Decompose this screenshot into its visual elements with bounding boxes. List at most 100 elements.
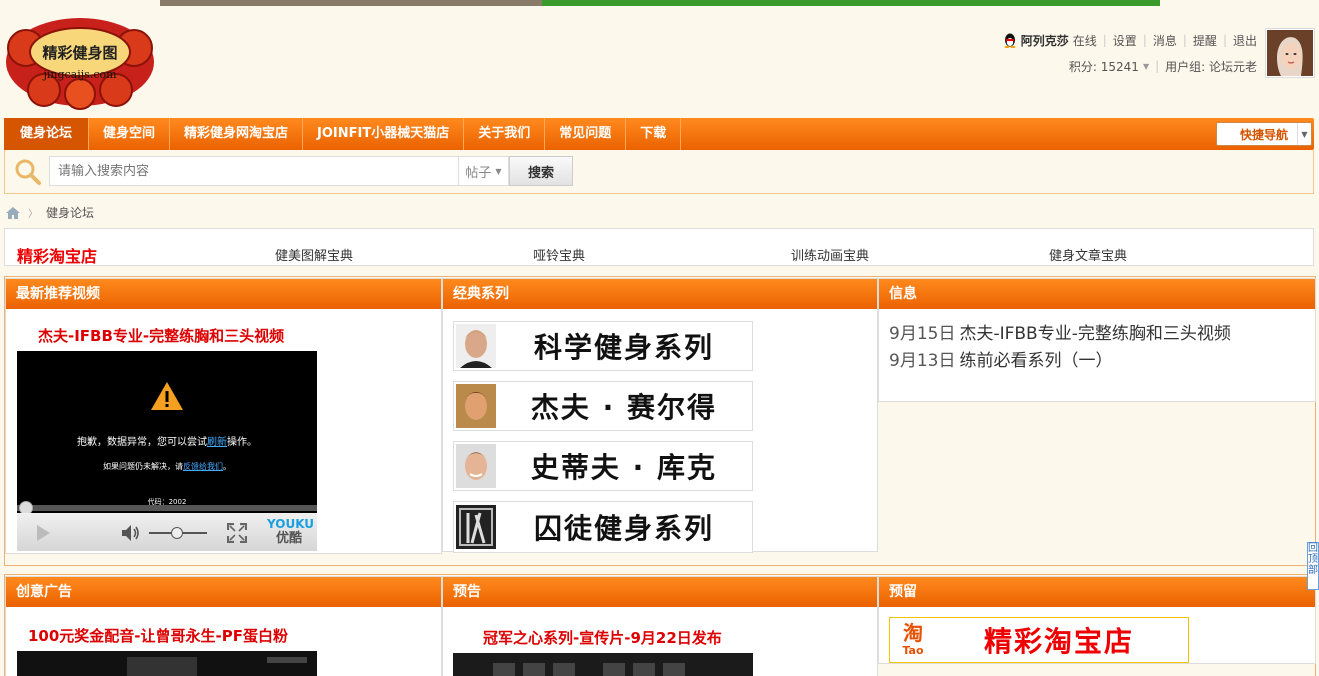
- site-logo[interactable]: 精彩健身图 jingcaijs.com: [4, 14, 156, 110]
- reminders-link[interactable]: 提醒: [1193, 32, 1217, 49]
- classic-panel: 经典系列 科学健身系列 杰夫 · 赛尔得 史蒂夫 · 库克 囚徒健身系列: [442, 278, 878, 553]
- chevron-down-icon: ▼: [1297, 123, 1311, 145]
- info-list: 9月15日 杰夫-IFBB专业-完整练胸和三头视频 9月13日 练前必看系列（一）: [889, 321, 1231, 375]
- volume-handle[interactable]: [171, 527, 183, 539]
- settings-link[interactable]: 设置: [1113, 32, 1137, 49]
- breadcrumb-current[interactable]: 健身论坛: [46, 204, 94, 221]
- series-banner-steve[interactable]: 史蒂夫 · 库克: [453, 441, 753, 491]
- chevron-down-icon[interactable]: ▼: [1143, 62, 1149, 71]
- series-label: 科学健身系列: [533, 331, 714, 364]
- error-text-pre: 抱歉，数据异常，您可以尝试: [77, 437, 207, 448]
- video-controls: YOUKU 优酷: [17, 513, 317, 551]
- series-banner-jeff[interactable]: 杰夫 · 赛尔得: [453, 381, 753, 431]
- search-type-select[interactable]: 帖子 ▼: [459, 156, 509, 186]
- preview-video-thumb[interactable]: [453, 653, 753, 676]
- link-dumbbell-guide[interactable]: 哑铃宝典: [533, 245, 585, 264]
- series-label: 史蒂夫 · 库克: [530, 451, 718, 484]
- search-icon: [15, 159, 41, 185]
- breadcrumb: 〉 健身论坛: [6, 204, 94, 221]
- nav-item-tmall-shop[interactable]: JOINFIT小器械天猫店: [303, 118, 465, 150]
- user-row-2: 积分: 15241 ▼ | 用户组: 论坛元老: [1003, 56, 1257, 76]
- video-panel: 最新推荐视频 杰夫-IFBB专业-完整练胸和三头视频 抱歉，数据异常，您可以尝试…: [5, 278, 442, 554]
- search-type-label: 帖子: [465, 165, 492, 181]
- error-text-post: 操作。: [227, 437, 257, 448]
- fullscreen-icon[interactable]: [227, 523, 247, 543]
- video-feedback-message: 如果问题仍未解决，请反馈给我们。: [17, 461, 317, 472]
- logo-url: jingcaijs.com: [41, 68, 117, 81]
- taobao-logo-char: 淘: [903, 621, 923, 645]
- info-text[interactable]: 练前必看系列（一）: [959, 351, 1112, 371]
- creative-ad-panel-title: 创意广告: [6, 577, 441, 607]
- series-label: 杰夫 · 赛尔得: [530, 391, 718, 424]
- info-date: 9月15日: [889, 324, 956, 344]
- points-link[interactable]: 积分: 15241: [1069, 58, 1139, 75]
- nav-item-about[interactable]: 关于我们: [464, 118, 546, 150]
- youku-brand-cn: 优酷: [275, 531, 302, 546]
- play-icon[interactable]: [37, 525, 50, 541]
- series-thumb-image: [456, 324, 496, 368]
- video-progress-bar[interactable]: [17, 501, 317, 515]
- info-panel: 信息 9月15日 杰夫-IFBB专业-完整练胸和三头视频 9月13日 练前必看系列（…: [878, 278, 1316, 402]
- banner-right: [542, 0, 1160, 6]
- taobao-shop-banner[interactable]: 淘 Tao 精彩淘宝店: [889, 617, 1189, 663]
- feedback-text-pre: 如果问题仍未解决，请: [103, 462, 183, 471]
- warning-icon: [151, 382, 183, 410]
- youku-brand-en: YOUKU: [267, 517, 315, 531]
- link-bodybuilding-guide[interactable]: 健美图解宝典: [275, 245, 353, 264]
- divider: |: [1182, 33, 1187, 47]
- user-group-link[interactable]: 用户组: 论坛元老: [1165, 58, 1257, 75]
- chevron-right-icon: 〉: [28, 209, 38, 220]
- creative-ad-panel: 创意广告 100元奖金配音-让曾哥永生-PF蛋白粉: [5, 576, 442, 676]
- reserved-panel: 预留 淘 Tao 精彩淘宝店: [878, 576, 1316, 664]
- quick-nav-label: 快捷导航: [1239, 127, 1288, 142]
- nav-item-faq[interactable]: 常见问题: [545, 118, 627, 150]
- series-label: 囚徒健身系列: [533, 512, 714, 545]
- logout-link[interactable]: 退出: [1233, 32, 1257, 49]
- creative-ad-title-link[interactable]: 100元奖金配音-让曾哥永生-PF蛋白粉: [28, 625, 288, 646]
- refresh-link[interactable]: 刷新: [207, 437, 227, 448]
- taobao-shop-link[interactable]: 精彩淘宝店: [17, 243, 97, 267]
- top-banner-ad[interactable]: [160, 0, 1160, 6]
- link-article-guide[interactable]: 健身文章宝典: [1049, 245, 1127, 264]
- info-panel-title: 信息: [879, 279, 1315, 309]
- search-input[interactable]: [49, 156, 459, 186]
- search-button[interactable]: 搜索: [509, 156, 573, 186]
- messages-link[interactable]: 消息: [1153, 32, 1177, 49]
- nav-item-fitness-space[interactable]: 健身空间: [89, 118, 171, 150]
- logo-chars: 精彩健身图: [42, 44, 117, 62]
- preview-title-link[interactable]: 冠军之心系列-宣传片-9月22日发布: [483, 627, 722, 648]
- feedback-text-post: 。: [223, 462, 231, 471]
- username[interactable]: 阿列克莎: [1021, 32, 1069, 49]
- nav-item-fitness-forum[interactable]: 健身论坛: [4, 118, 90, 150]
- series-banner-prisoner[interactable]: 囚徒健身系列: [453, 501, 753, 553]
- classic-panel-title: 经典系列: [443, 279, 877, 309]
- online-status: 在线: [1072, 33, 1097, 48]
- creative-ad-video-thumb[interactable]: [17, 651, 317, 676]
- list-item[interactable]: 9月15日 杰夫-IFBB专业-完整练胸和三头视频: [889, 321, 1231, 348]
- back-to-top-button[interactable]: 回顶部: [1307, 542, 1319, 590]
- youku-logo: YOUKU 优酷: [267, 517, 315, 549]
- series-thumb-image: [456, 384, 496, 428]
- list-item[interactable]: 9月13日 练前必看系列（一）: [889, 348, 1231, 375]
- preview-panel-title: 预告: [443, 577, 877, 607]
- taobao-banner-label: 精彩淘宝店: [983, 625, 1134, 658]
- feedback-link[interactable]: 反馈给我们: [183, 462, 223, 471]
- reserved-panel-title: 预留: [879, 577, 1315, 607]
- qq-penguin-icon: [1004, 33, 1016, 48]
- video-title-link[interactable]: 杰夫-IFBB专业-完整练胸和三头视频: [38, 325, 284, 346]
- user-row-1: 阿列克莎 在线 | 设置 | 消息 | 提醒 | 退出: [1003, 30, 1257, 50]
- banner-left: [160, 0, 542, 6]
- info-text[interactable]: 杰夫-IFBB专业-完整练胸和三头视频: [959, 324, 1230, 344]
- nav-item-taobao-shop[interactable]: 精彩健身网淘宝店: [170, 118, 304, 150]
- video-player[interactable]: 抱歉，数据异常，您可以尝试刷新操作。 如果问题仍未解决，请反馈给我们。 代码：2…: [17, 351, 317, 551]
- volume-slider[interactable]: [149, 527, 207, 539]
- link-animation-guide[interactable]: 训练动画宝典: [791, 245, 869, 264]
- volume-icon[interactable]: [121, 524, 141, 542]
- home-icon[interactable]: [6, 206, 20, 219]
- quick-nav-button[interactable]: 快捷导航 ▼: [1216, 122, 1312, 146]
- nav-item-download[interactable]: 下载: [626, 118, 682, 150]
- search-bar: 帖子 ▼ 搜索: [4, 150, 1314, 194]
- chevron-down-icon: ▼: [495, 166, 502, 176]
- avatar[interactable]: [1265, 28, 1315, 78]
- series-banner-science[interactable]: 科学健身系列: [453, 321, 753, 371]
